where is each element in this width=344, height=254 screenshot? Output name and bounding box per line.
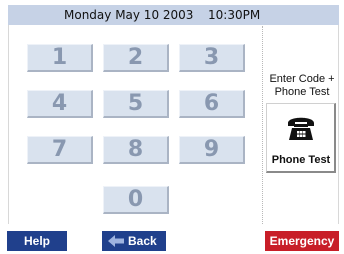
key-2[interactable]: 2 [103,44,169,72]
panel-divider [262,26,263,224]
key-1[interactable]: 1 [27,44,93,72]
phone-test-instructions: Enter Code + Phone Test [264,73,340,99]
key-0[interactable]: 0 [103,186,169,214]
key-4[interactable]: 4 [27,90,93,118]
status-bar: Monday May 10 2003 10:30PM [8,5,339,25]
key-6[interactable]: 6 [179,90,245,118]
instruction-line-1: Enter Code + [269,73,335,85]
instruction-line-2: Phone Test [274,86,330,98]
key-5[interactable]: 5 [103,90,169,118]
back-button[interactable]: Back [102,231,166,251]
key-3[interactable]: 3 [179,44,245,72]
key-8[interactable]: 8 [103,136,169,164]
telephone-icon [288,117,314,140]
help-button[interactable]: Help [7,231,67,251]
back-label: Back [128,234,157,248]
emergency-button[interactable]: Emergency [265,231,339,251]
key-9[interactable]: 9 [179,136,245,164]
current-time: 10:30PM [208,8,261,22]
key-7[interactable]: 7 [27,136,93,164]
phone-test-label: Phone Test [271,154,331,166]
phone-test-button[interactable]: Phone Test [266,103,336,173]
arrow-left-icon [108,235,124,247]
current-date: Monday May 10 2003 [64,8,194,22]
